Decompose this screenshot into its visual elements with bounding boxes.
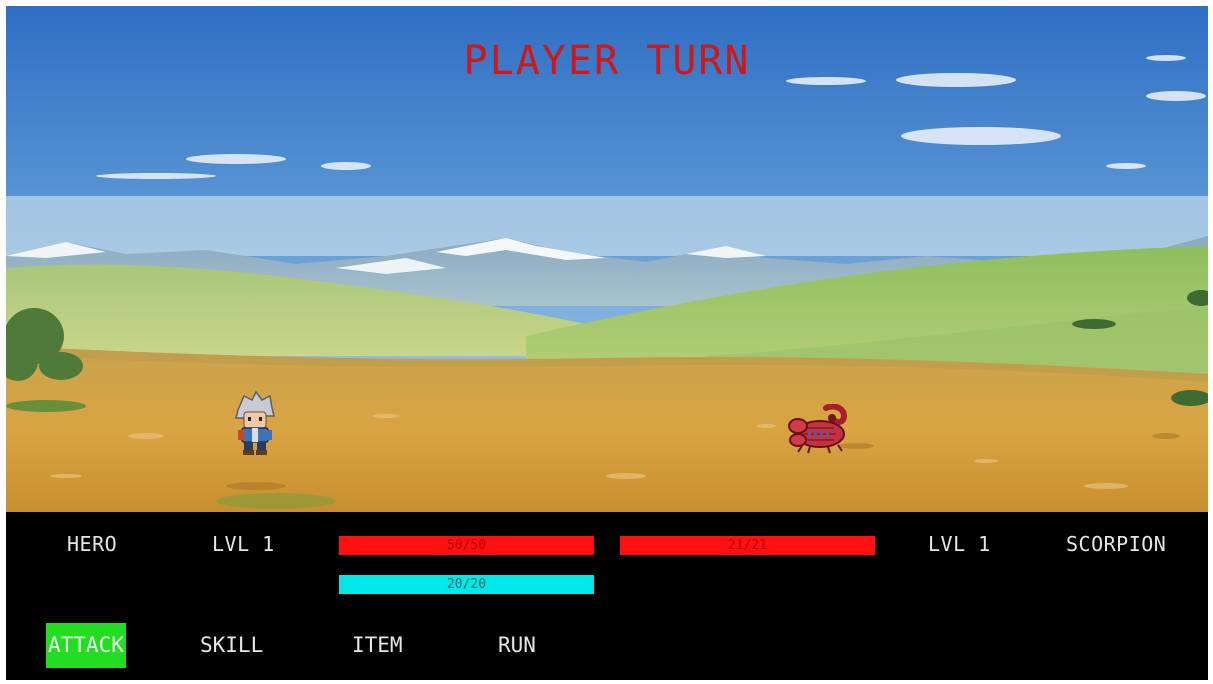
attack-command[interactable]: ATTACK (46, 623, 126, 668)
hero-sprite[interactable] (230, 390, 280, 456)
run-command[interactable]: RUN (496, 623, 538, 668)
battle-hud: HERO LVL 1 50/50 20/20 21/21 LVL 1 SCORP… (6, 512, 1208, 680)
turn-banner: PLAYER TURN (463, 38, 751, 84)
enemy-hp-bar: 21/21 (620, 536, 875, 555)
hero-level: LVL 1 (212, 532, 275, 556)
enemy-level: LVL 1 (928, 532, 991, 556)
battle-field: PLAYER TURN (6, 6, 1208, 512)
enemy-name: SCORPION (1066, 532, 1167, 556)
enemy-hp-text: 21/21 (727, 538, 768, 553)
skill-command[interactable]: SKILL (198, 623, 265, 668)
item-command[interactable]: ITEM (350, 623, 405, 668)
scorpion-sprite[interactable] (788, 404, 854, 454)
hero-hp-bar: 50/50 (339, 536, 594, 555)
hero-mp-text: 20/20 (446, 577, 487, 592)
hero-name: HERO (67, 532, 118, 556)
battle-screen: PLAYER TURN HERO LVL 1 50/50 20/20 21/21… (6, 6, 1208, 680)
hero-mp-bar: 20/20 (339, 575, 594, 594)
hero-hp-text: 50/50 (446, 538, 487, 553)
